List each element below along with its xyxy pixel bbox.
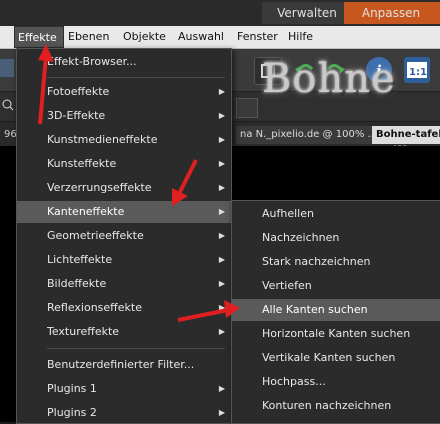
submenu-arrow-icon: ▶ [218, 384, 225, 393]
tab-anpassen[interactable]: Anpassen [344, 2, 438, 24]
menu-item-label: Verzerrungseffekte [47, 181, 152, 194]
submenu-arrow-icon: ▶ [218, 159, 225, 168]
submenu-arrow-icon: ▶ [218, 279, 225, 288]
menu-item-reflexionseffekte[interactable]: Reflexionseffekte ▶ [17, 297, 231, 319]
menu-item-geometrieeffekte[interactable]: Geometrieeffekte ▶ [17, 225, 231, 247]
menu-item-plugins-2[interactable]: Plugins 2 ▶ [17, 402, 231, 424]
submenu-arrow-icon: ▶ [218, 135, 225, 144]
menu-item-textureffekte[interactable]: Textureffekte ▶ [17, 321, 231, 343]
submenu-arrow-icon: ▶ [218, 207, 225, 216]
actual-size-icon[interactable]: 1:1 [404, 57, 430, 83]
menu-fenster[interactable]: Fenster [237, 26, 278, 48]
menu-item-label: Kanteneffekte [47, 205, 125, 218]
menu-item-3d-effekte[interactable]: 3D-Effekte ▶ [17, 105, 231, 127]
bohne-logo: Bohne [262, 56, 396, 102]
submenu-arrow-icon: ▶ [218, 87, 225, 96]
menu-item-fotoeffekte[interactable]: Fotoeffekte ▶ [17, 81, 231, 103]
doc-tab-bohne[interactable]: Bohne-tafel [372, 126, 440, 144]
menu-item-label: Geometrieeffekte [47, 229, 144, 242]
submenu-item-konturen-nachzeichnen[interactable]: Konturen nachzeichnen [232, 395, 440, 417]
menu-item-kanteneffekte[interactable]: Kanteneffekte ▶ [17, 201, 231, 223]
menu-item-verzerrungseffekte[interactable]: Verzerrungseffekte ▶ [17, 177, 231, 199]
menu-item-label: Plugins 2 [47, 406, 97, 419]
menu-objekte[interactable]: Objekte [123, 26, 166, 48]
submenu-arrow-icon: ▶ [218, 231, 225, 240]
submenu-item-vertikale-kanten-suchen[interactable]: Vertikale Kanten suchen [232, 347, 440, 369]
menu-item-label: Lichteffekte [47, 253, 113, 266]
menu-item-effekt-browser[interactable]: Effekt-Browser... [17, 51, 231, 73]
menu-effekte[interactable]: Effekte [14, 26, 64, 48]
menu-item-label: Fotoeffekte [47, 85, 110, 98]
submenu-arrow-icon: ▶ [218, 327, 225, 336]
menu-separator [47, 348, 225, 349]
submenu-arrow-icon: ▶ [218, 111, 225, 120]
submenu-item-stark-nachzeichnen[interactable]: Stark nachzeichnen [232, 251, 440, 273]
menu-item-plugins-1[interactable]: Plugins 1 ▶ [17, 378, 231, 400]
submenu-arrow-icon: ▶ [218, 408, 225, 417]
svg-text:1:1: 1:1 [409, 67, 427, 78]
submenu-arrow-icon: ▶ [218, 255, 225, 264]
menu-item-bildeffekte[interactable]: Bildeffekte ▶ [17, 273, 231, 295]
submenu-arrow-icon: ▶ [218, 303, 225, 312]
menu-item-label: Textureffekte [47, 325, 120, 338]
zoom-icon[interactable] [2, 99, 14, 111]
menu-item-kunstmedieneffekte[interactable]: Kunstmedieneffekte ▶ [17, 129, 231, 151]
submenu-item-hochpass[interactable]: Hochpass... [232, 371, 440, 393]
kanteneffekte-submenu: Aufhellen Nachzeichnen Stark nachzeichne… [231, 200, 440, 424]
doc-tab-pixelio[interactable]: na N._pixelio.de @ 100% ... [236, 126, 376, 144]
tab-partial[interactable] [432, 2, 440, 24]
menu-item-label: Plugins 1 [47, 382, 97, 395]
menu-auswahl[interactable]: Auswahl [178, 26, 224, 48]
tool-icon[interactable] [0, 59, 14, 77]
menu-bar: Effekte Ebenen Objekte Auswahl Fenster H… [0, 26, 440, 49]
menu-item-kunsteffekte[interactable]: Kunsteffekte ▶ [17, 153, 231, 175]
title-bar: Verwalten Anpassen [0, 0, 440, 26]
submenu-item-vertiefen[interactable]: Vertiefen [232, 275, 440, 297]
submenu-item-nachzeichnen[interactable]: Nachzeichnen [232, 227, 440, 249]
submenu-item-horizontale-kanten-suchen[interactable]: Horizontale Kanten suchen [232, 323, 440, 345]
submenu-item-aufhellen[interactable]: Aufhellen [232, 203, 440, 225]
menu-item-label: Reflexionseffekte [47, 301, 142, 314]
submenu-arrow-icon: ▶ [218, 183, 225, 192]
menu-hilfe[interactable]: Hilfe [288, 26, 313, 48]
effekte-menu: Effekt-Browser... Fotoeffekte ▶ 3D-Effekt… [16, 48, 232, 424]
menu-item-label: 3D-Effekte [47, 109, 106, 122]
submenu-item-alle-kanten-suchen[interactable]: Alle Kanten suchen [232, 299, 440, 321]
menu-separator [47, 77, 225, 78]
option-button[interactable] [236, 98, 258, 118]
menu-item-benutzerdefinierter-filter[interactable]: Benutzerdefinierter Filter... [17, 354, 231, 376]
menu-item-label: Kunsteffekte [47, 157, 117, 170]
menu-ebenen[interactable]: Ebenen [68, 26, 109, 48]
menu-item-label: Bildeffekte [47, 277, 107, 290]
tab-verwalten[interactable]: Verwalten [262, 2, 352, 24]
menu-item-lichteffekte[interactable]: Lichteffekte ▶ [17, 249, 231, 271]
menu-item-label: Kunstmedieneffekte [47, 133, 158, 146]
